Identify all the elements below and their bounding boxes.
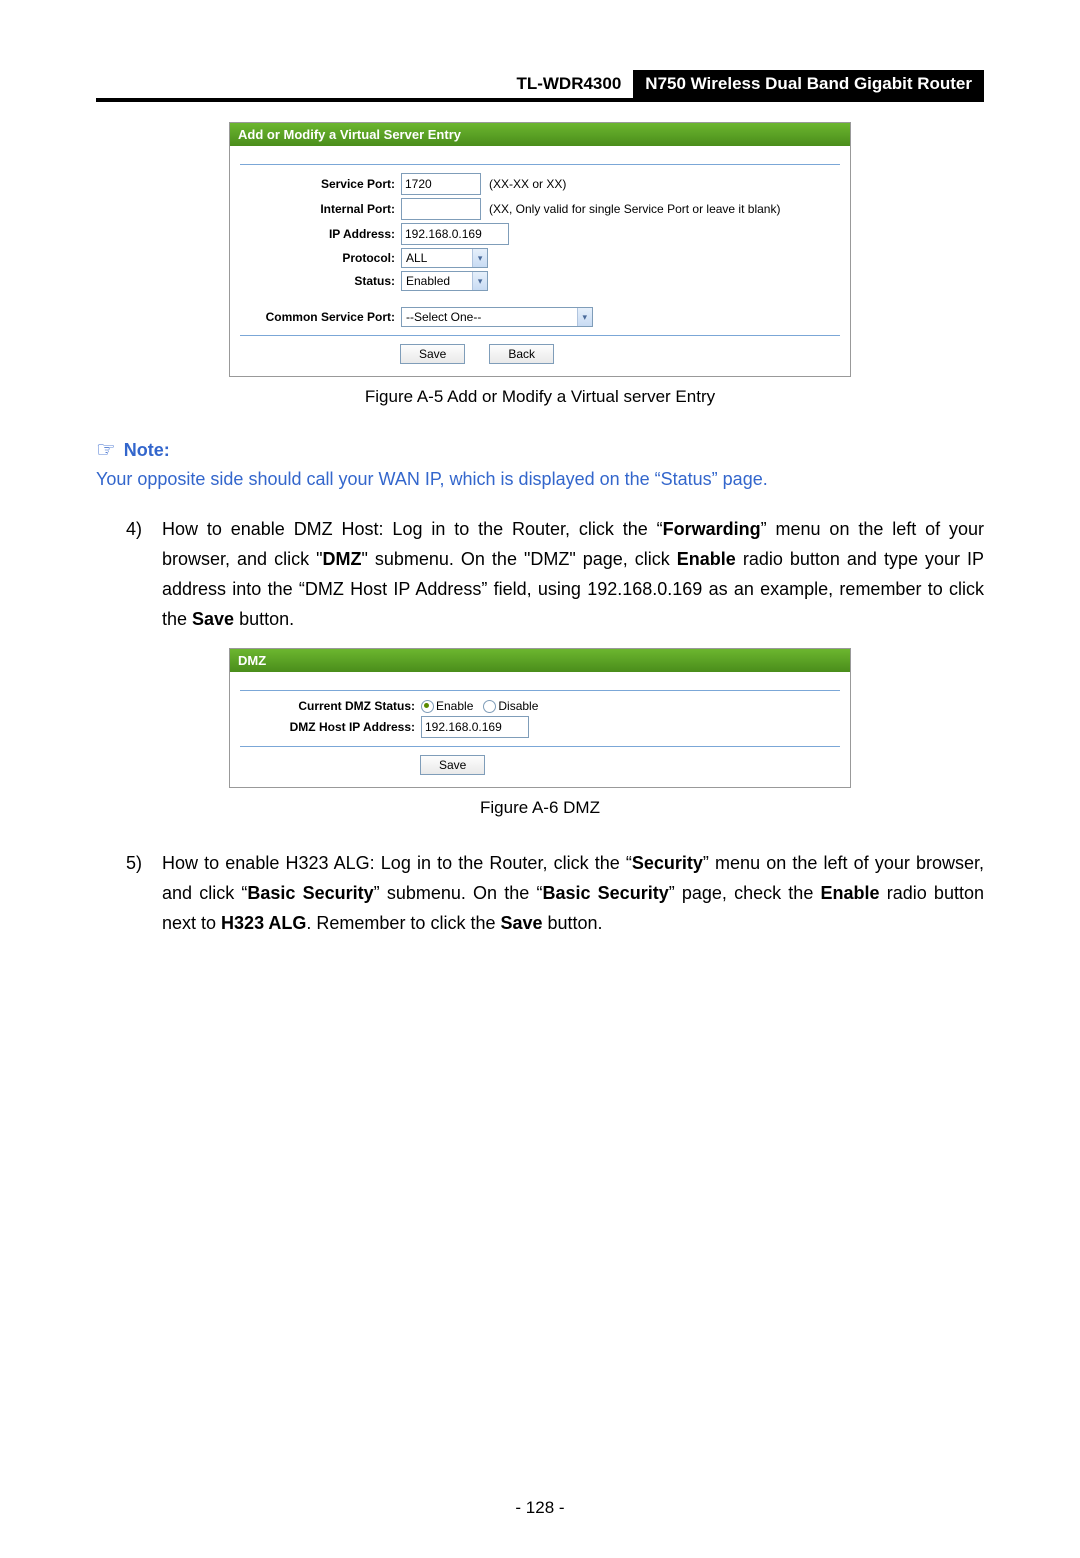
list-item-4: 4) How to enable DMZ Host: Log in to the… (126, 514, 984, 634)
back-button[interactable]: Back (489, 344, 554, 364)
save-button[interactable]: Save (400, 344, 465, 364)
dmz-host-ip-label: DMZ Host IP Address: (240, 720, 421, 734)
list-number: 4) (126, 514, 162, 634)
note-text: Your opposite side should call your WAN … (96, 469, 984, 490)
divider (240, 164, 840, 165)
product-title: N750 Wireless Dual Band Gigabit Router (633, 70, 984, 98)
enable-radio[interactable] (421, 700, 434, 713)
dmz-host-ip-input[interactable] (421, 716, 529, 738)
service-port-input[interactable] (401, 173, 481, 195)
enable-radio-label: Enable (436, 699, 473, 713)
internal-port-hint: (XX, Only valid for single Service Port … (489, 202, 780, 216)
service-port-label: Service Port: (240, 177, 401, 191)
divider (240, 690, 840, 691)
note-label: Note: (124, 440, 170, 461)
page-number: - 128 - (96, 1498, 984, 1518)
disable-radio-label: Disable (498, 699, 538, 713)
internal-port-input[interactable] (401, 198, 481, 220)
common-service-port-select[interactable]: --Select One-- ▾ (401, 307, 593, 327)
pointing-hand-icon: ☞ (96, 437, 116, 463)
protocol-label: Protocol: (240, 251, 401, 265)
save-button[interactable]: Save (420, 755, 485, 775)
figure-a5-caption: Figure A-5 Add or Modify a Virtual serve… (96, 387, 984, 407)
status-select[interactable]: Enabled ▾ (401, 271, 488, 291)
dmz-status-label: Current DMZ Status: (240, 699, 421, 713)
divider (240, 746, 840, 747)
divider (240, 335, 840, 336)
chevron-down-icon: ▾ (472, 272, 487, 290)
figure-a6-caption: Figure A-6 DMZ (96, 798, 984, 818)
internal-port-label: Internal Port: (240, 202, 401, 216)
protocol-select[interactable]: ALL ▾ (401, 248, 488, 268)
status-label: Status: (240, 274, 401, 288)
disable-radio[interactable] (483, 700, 496, 713)
common-service-port-label: Common Service Port: (240, 310, 401, 324)
chevron-down-icon: ▾ (472, 249, 487, 267)
chevron-down-icon: ▾ (577, 308, 592, 326)
doc-header: TL-WDR4300 N750 Wireless Dual Band Gigab… (96, 70, 984, 102)
ip-address-label: IP Address: (240, 227, 401, 241)
dmz-panel: DMZ Current DMZ Status: Enable Disable D… (229, 648, 851, 788)
service-port-hint: (XX-XX or XX) (489, 177, 566, 191)
panel-title: DMZ (230, 649, 850, 672)
virtual-server-entry-panel: Add or Modify a Virtual Server Entry Ser… (229, 122, 851, 377)
list-item-5: 5) How to enable H323 ALG: Log in to the… (126, 848, 984, 938)
panel-title: Add or Modify a Virtual Server Entry (230, 123, 850, 146)
list-number: 5) (126, 848, 162, 938)
model-number: TL-WDR4300 (504, 70, 633, 98)
ip-address-input[interactable] (401, 223, 509, 245)
